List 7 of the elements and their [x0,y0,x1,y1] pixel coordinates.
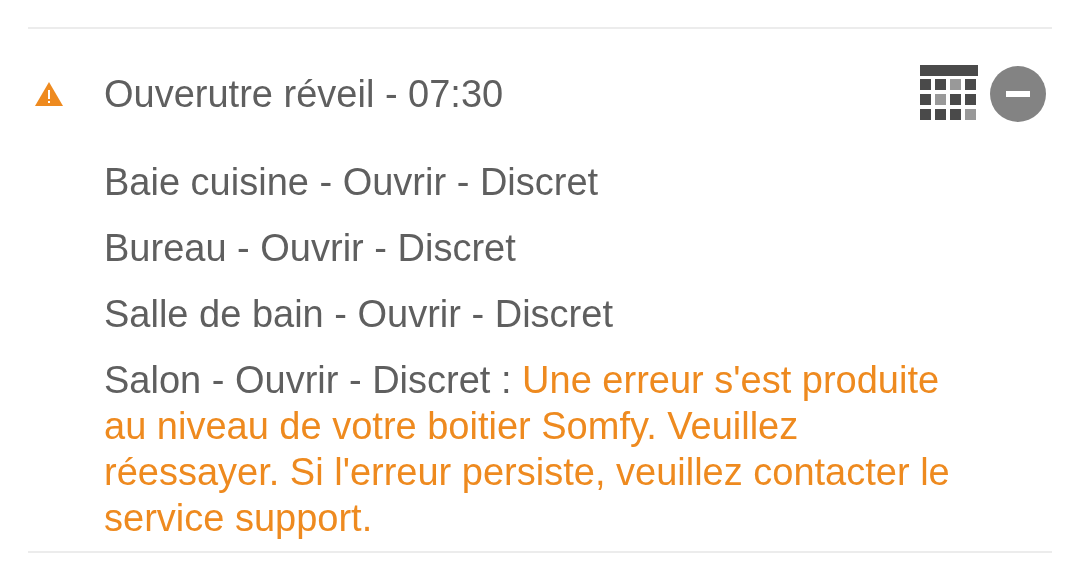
action-line: Baie cuisine - Ouvrir - Discret [104,160,600,205]
scenario-title: Ouverutre réveil - 07:30 [104,72,504,116]
remove-icon[interactable] [990,66,1046,122]
calendar-icon[interactable] [920,65,978,123]
action-line: Bureau - Ouvrir - Discret [104,226,517,271]
action-line: Salon - Ouvrir - Discret : Une erreur s'est produite au niveau de votre boitier Somfy. Veuillez réessayer. Si l'erreur persiste, veuillez contacter le service support. [104,358,951,541]
action-line: Salle de bain - Ouvrir - Discret [104,292,614,337]
